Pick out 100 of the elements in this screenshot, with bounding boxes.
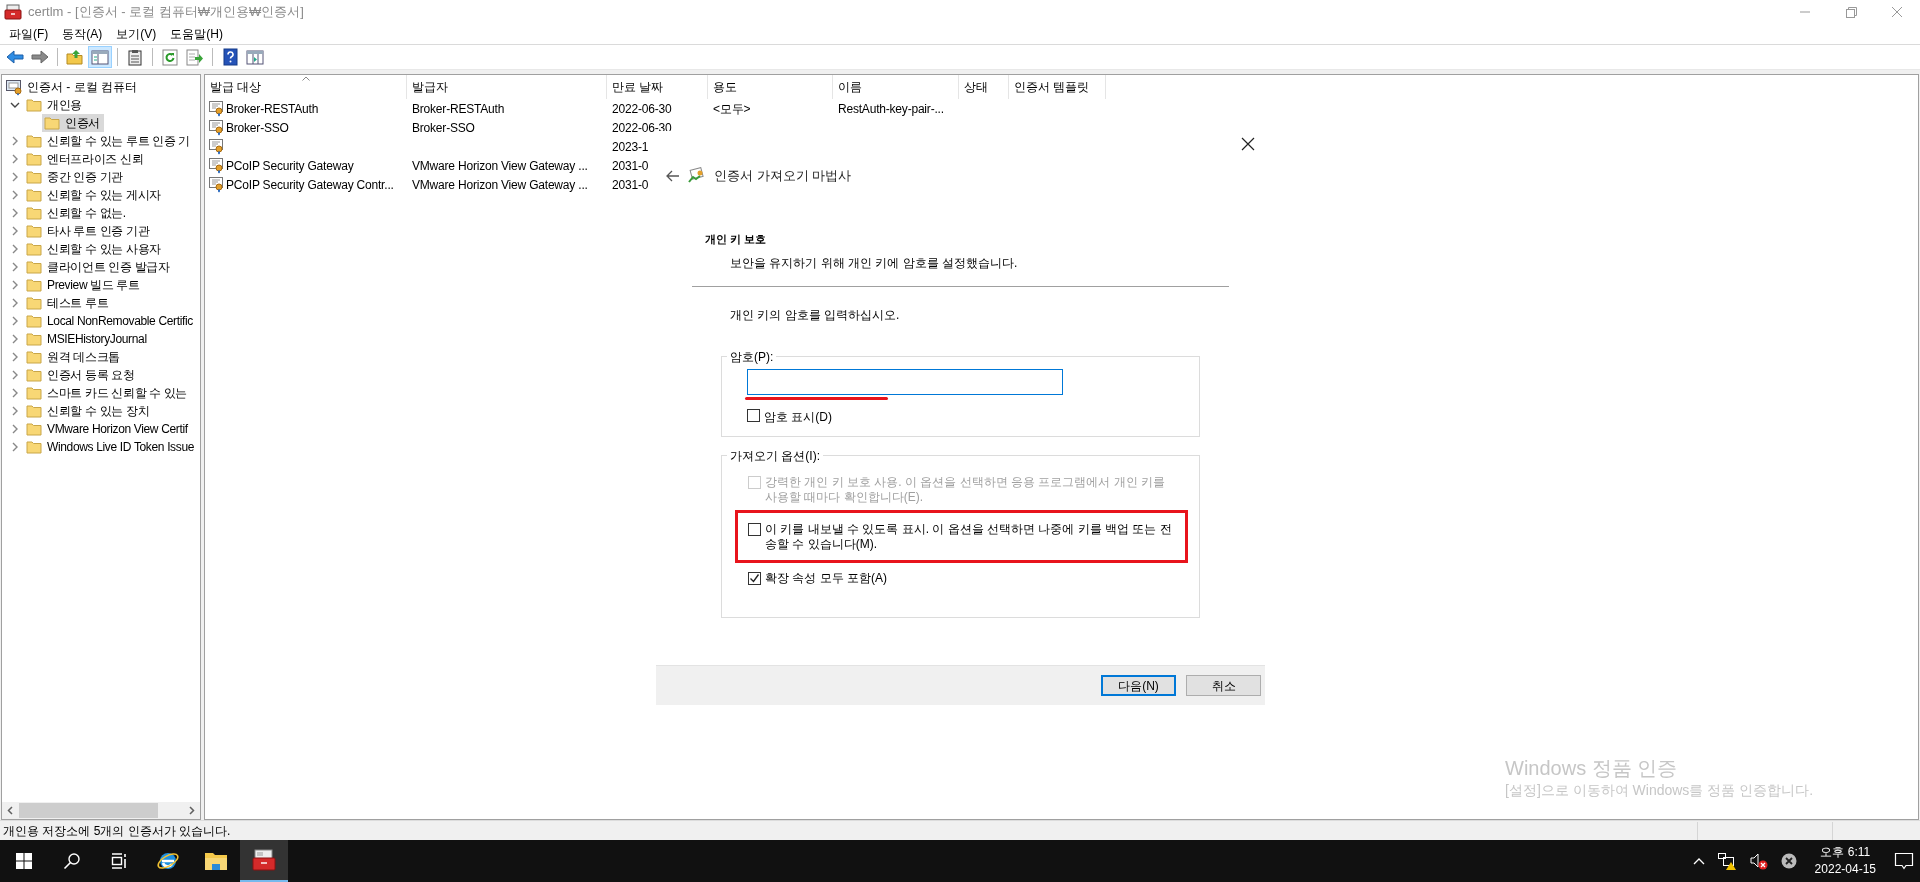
- column-header[interactable]: 이름: [833, 75, 959, 99]
- tree-item[interactable]: 인증서 - 로컬 컴퓨터: [27, 78, 137, 96]
- tree-item[interactable]: 신뢰할 수 있는 장치: [24, 402, 154, 420]
- dialog-button[interactable]: 다음(N): [1101, 675, 1176, 696]
- folder-icon: [26, 260, 42, 274]
- menu-item[interactable]: 동작(A): [55, 25, 110, 43]
- dialog-button[interactable]: 취소: [1186, 675, 1261, 696]
- expand-chevron-icon[interactable]: [11, 208, 19, 218]
- chevron-up-icon[interactable]: [1692, 857, 1705, 865]
- table-cell-text: 2031-0: [612, 176, 649, 194]
- columns-icon: [246, 49, 264, 65]
- expand-chevron-icon[interactable]: [11, 190, 19, 200]
- folder-icon: [26, 314, 42, 328]
- tree-item[interactable]: Preview 빌드 루트: [24, 276, 144, 294]
- column-header[interactable]: 상태: [959, 75, 1009, 99]
- error-circle-icon[interactable]: [1780, 853, 1797, 869]
- expand-chevron-icon[interactable]: [11, 370, 19, 380]
- certificate-icon: [208, 119, 225, 136]
- table-cell-text: 2022-06-30: [612, 100, 672, 118]
- tree-item[interactable]: Windows Live ID Token Issue: [24, 438, 199, 456]
- tree-item[interactable]: 클라이언트 인증 발급자: [24, 258, 174, 276]
- section-description: 보안을 유지하기 위해 개인 키에 암호를 설정했습니다.: [729, 254, 1019, 271]
- tree-item[interactable]: 인증서 등록 요청: [24, 366, 139, 384]
- back-arrow-icon: [6, 50, 24, 64]
- folder-icon: [26, 242, 42, 256]
- checkbox[interactable]: 확장 속성 모두 포함(A): [734, 570, 1187, 586]
- column-header[interactable]: 용도: [708, 75, 833, 99]
- expand-chevron-icon[interactable]: [11, 280, 19, 290]
- table-cell-text: VMware Horizon View Gateway ...: [412, 157, 588, 175]
- tree-item[interactable]: VMware Horizon View Certif: [24, 420, 192, 438]
- collapse-chevron-icon[interactable]: [10, 101, 20, 109]
- expand-chevron-icon[interactable]: [11, 172, 19, 182]
- tree-item[interactable]: 원격 데스크톱: [24, 348, 124, 366]
- tree-item[interactable]: Local NonRemovable Certific: [24, 312, 197, 330]
- tree-item[interactable]: 신뢰할 수 있는 루트 인증 기: [24, 132, 195, 150]
- dialog-title: 인증서 가져오기 마법사: [714, 167, 852, 185]
- tree-item[interactable]: MSIEHistoryJournal: [24, 330, 151, 348]
- clock[interactable]: 오후 6:11 2022-04-15: [1808, 844, 1882, 878]
- tree-item[interactable]: 인증서: [42, 114, 104, 132]
- expand-chevron-icon[interactable]: [11, 226, 19, 236]
- table-cell-text: RestAuth-key-pair-...: [838, 100, 944, 118]
- menu-item[interactable]: 파일(F): [2, 25, 56, 43]
- checkbox[interactable]: 암호 표시(D): [747, 407, 1174, 426]
- expand-chevron-icon[interactable]: [11, 298, 19, 308]
- toolbox-icon: [252, 849, 276, 871]
- expand-chevron-icon[interactable]: [11, 154, 19, 164]
- tree-item[interactable]: 신뢰할 수 없는.: [24, 204, 130, 222]
- taskbar-button[interactable]: [240, 840, 288, 882]
- column-header[interactable]: 발급자: [407, 75, 607, 99]
- close-icon[interactable]: [1241, 137, 1255, 151]
- folder-icon: [26, 350, 42, 364]
- folder-up-icon: [66, 49, 84, 65]
- volume-muted-icon[interactable]: [1748, 852, 1769, 870]
- table-cell-text: Broker-SSO: [226, 119, 289, 137]
- table-cell-text: 2023-1: [612, 138, 649, 156]
- table-cell-text: PCoIP Security Gateway: [226, 157, 354, 175]
- column-header[interactable]: 만료 날짜: [607, 75, 708, 99]
- checkbox: 강력한 개인 키 보호 사용. 이 옵션을 선택하면 응용 프로그램에서 개인 키를 사용할 때마다 확인합니다(E).: [734, 474, 1187, 505]
- notification-icon[interactable]: [1894, 852, 1914, 870]
- password-field[interactable]: [747, 368, 1063, 395]
- forward-arrow-icon: [31, 50, 49, 64]
- tree-item[interactable]: 개인용: [24, 96, 86, 114]
- tree-item[interactable]: 테스트 루트: [24, 294, 113, 312]
- folder-icon: [204, 851, 228, 871]
- expand-chevron-icon[interactable]: [11, 352, 19, 362]
- expand-chevron-icon[interactable]: [11, 244, 19, 254]
- certificate-icon: [208, 138, 225, 155]
- network-warning-icon[interactable]: [1716, 852, 1737, 870]
- tree-item[interactable]: 신뢰할 수 있는 게시자: [24, 186, 165, 204]
- expand-chevron-icon[interactable]: [11, 442, 19, 452]
- expand-chevron-icon[interactable]: [11, 334, 19, 344]
- expand-chevron-icon[interactable]: [11, 406, 19, 416]
- menu-item[interactable]: 보기(V): [109, 25, 164, 43]
- tree-item[interactable]: 스마트 카드 신뢰할 수 있는: [24, 384, 192, 402]
- console-tree-icon: [91, 49, 109, 65]
- back-arrow-icon[interactable]: [666, 169, 680, 182]
- expand-chevron-icon[interactable]: [11, 388, 19, 398]
- folder-icon: [26, 152, 42, 166]
- expand-chevron-icon[interactable]: [11, 262, 19, 272]
- expand-chevron-icon[interactable]: [11, 424, 19, 434]
- tree-item[interactable]: 중간 인증 기관: [24, 168, 127, 186]
- folder-icon: [44, 116, 60, 130]
- console-tree-button[interactable]: [88, 46, 112, 68]
- checkbox[interactable]: 이 키를 내보낼 수 있도록 표시. 이 옵션을 선택하면 나중에 키를 백업 또는 전송할 수 있습니다(M).: [738, 521, 1181, 552]
- folder-icon: [26, 188, 42, 202]
- group-label: 암호(P):: [729, 348, 775, 366]
- column-header[interactable]: 발급 대상: [205, 75, 407, 99]
- sort-caret-icon: [301, 76, 310, 81]
- table-cell-text: VMware Horizon View Gateway ...: [412, 176, 588, 194]
- expand-chevron-icon[interactable]: [11, 316, 19, 326]
- horizontal-scrollbar[interactable]: [2, 802, 200, 819]
- certificate-icon: [208, 157, 225, 174]
- expand-chevron-icon[interactable]: [11, 136, 19, 146]
- tree-item[interactable]: 타사 루트 인증 기관: [24, 222, 154, 240]
- scrollbar-thumb[interactable]: [19, 803, 158, 818]
- tree-item[interactable]: 신뢰할 수 있는 사용자: [24, 240, 165, 258]
- search-icon: [63, 852, 81, 870]
- menu-item[interactable]: 도움말(H): [163, 25, 230, 43]
- column-header[interactable]: 인증서 템플릿: [1009, 75, 1106, 99]
- tree-item[interactable]: 엔터프라이즈 신뢰: [24, 150, 148, 168]
